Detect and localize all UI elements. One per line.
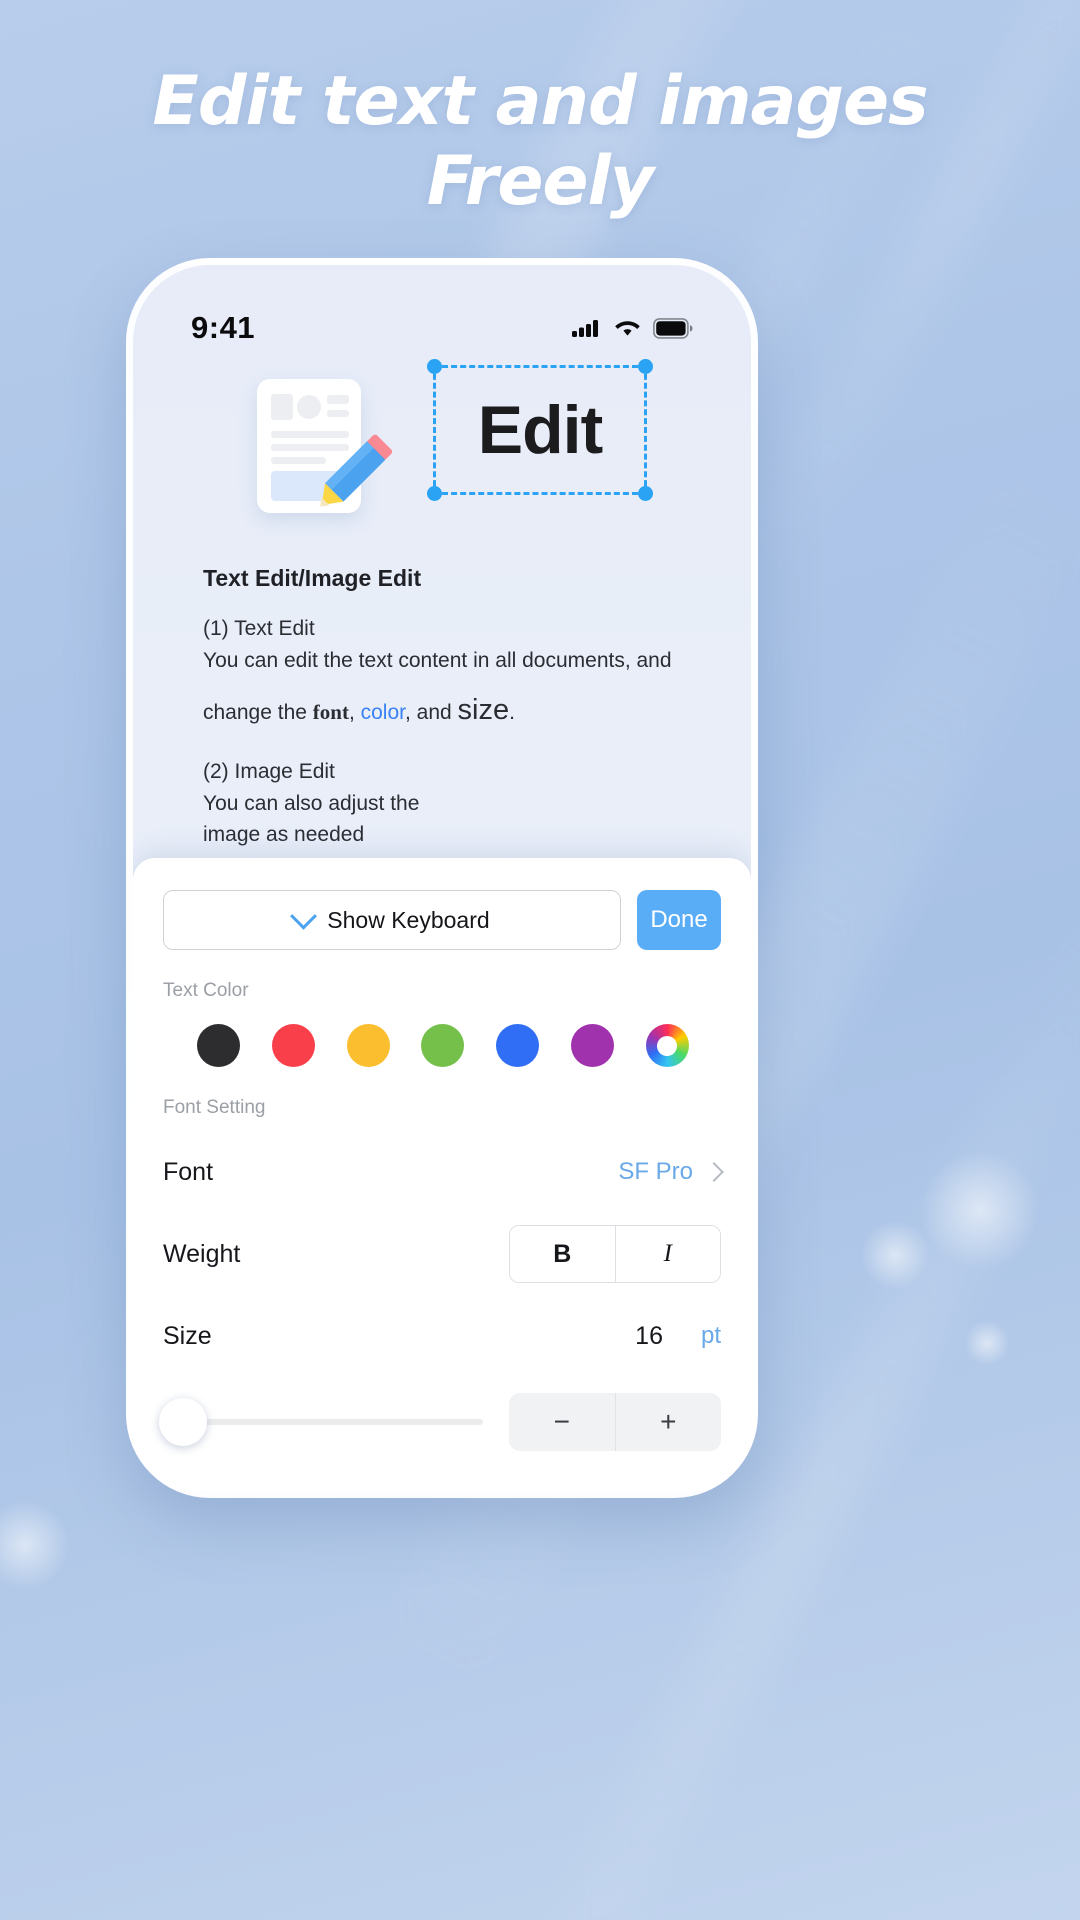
text-format-sheet: Show Keyboard Done Text Color Font Setti…	[133, 858, 751, 1491]
status-bar: 9:41	[133, 305, 751, 351]
slider-track	[163, 1419, 483, 1425]
wheel-center	[657, 1035, 678, 1056]
rainbow-wheel-icon[interactable]	[645, 1024, 689, 1067]
text-selection-box[interactable]: Edit	[427, 359, 653, 501]
size-sample-word: size	[457, 693, 510, 726]
color-swatch-purple[interactable]	[571, 1024, 615, 1067]
document-pencil-icon	[257, 379, 393, 521]
increase-size-button[interactable]: +	[614, 1393, 722, 1451]
sheet-top-row: Show Keyboard Done	[163, 890, 721, 950]
doc-placeholder-avatar	[297, 395, 321, 419]
text-color-label: Text Color	[163, 980, 249, 1001]
selection-handle-bottom-left[interactable]	[427, 486, 442, 501]
status-icons	[572, 317, 693, 339]
light-glow	[860, 1220, 930, 1290]
weight-row-label: Weight	[163, 1239, 241, 1268]
wifi-icon	[615, 321, 640, 336]
selected-text: Edit	[477, 392, 603, 468]
decrease-size-button[interactable]: −	[509, 1393, 615, 1451]
size-row: Size 16 pt	[163, 1313, 721, 1359]
section-2-label: (2) Image Edit	[203, 759, 335, 783]
selection-handle-bottom-right[interactable]	[638, 486, 653, 501]
color-swatch-black[interactable]	[197, 1024, 240, 1067]
font-value: SF Pro	[618, 1158, 693, 1185]
battery-full-icon	[653, 317, 693, 339]
color-sample-word: color	[360, 700, 405, 724]
comma-2: , and	[404, 700, 458, 724]
size-stepper: − +	[509, 1393, 721, 1451]
size-slider[interactable]	[159, 1398, 483, 1446]
signal-bars-icon	[572, 320, 598, 337]
doc-placeholder-block	[271, 394, 293, 420]
phone-screen: 9:41 Edit Text Edit/Image Edit (1) Text …	[133, 265, 751, 1491]
phone-mockup: 9:41 Edit Text Edit/Image Edit (1) Text …	[126, 258, 758, 1498]
document-body: Text Edit/Image Edit (1) Text Edit You c…	[203, 565, 703, 850]
text-prefix: change the	[203, 700, 313, 724]
size-value: 16	[635, 1321, 663, 1350]
document-title: Text Edit/Image Edit	[203, 565, 422, 591]
section-1: (1) Text Edit You can edit the text cont…	[203, 614, 703, 731]
size-row-label: Size	[163, 1321, 212, 1350]
font-sample-word: font	[312, 699, 349, 724]
section-2-line-1: You can also adjust the	[203, 791, 420, 815]
size-row-value: 16 pt	[635, 1322, 721, 1351]
light-glow	[920, 1150, 1040, 1270]
section-2-line-2: image as needed	[203, 823, 365, 847]
font-row-label: Font	[163, 1157, 214, 1186]
italic-button[interactable]: I	[614, 1226, 720, 1282]
chevron-right-icon	[704, 1162, 724, 1182]
weight-row: Weight B I	[163, 1225, 721, 1283]
status-time: 9:41	[191, 310, 256, 345]
section-1-line-2: change the font, color, and size.	[203, 690, 703, 731]
color-swatch-row	[163, 1024, 721, 1067]
color-swatch-red[interactable]	[271, 1024, 315, 1067]
slider-thumb[interactable]	[159, 1398, 207, 1446]
show-keyboard-button[interactable]: Show Keyboard	[163, 890, 621, 950]
light-glow	[964, 1320, 1010, 1366]
font-row[interactable]: Font SF Pro	[163, 1149, 724, 1195]
headline-line-1: Edit text and images	[152, 62, 928, 141]
weight-segmented-control: B I	[509, 1225, 721, 1283]
promo-headline: Edit text and images Freely	[0, 62, 1080, 222]
selection-handle-top-right[interactable]	[638, 359, 653, 374]
section-2: (2) Image Edit You can also adjust the i…	[203, 757, 703, 850]
font-setting-label: Font Setting	[163, 1097, 266, 1118]
doc-placeholder-line	[327, 410, 349, 417]
show-keyboard-label: Show Keyboard	[327, 906, 490, 933]
size-control-row: − +	[159, 1393, 721, 1491]
headline-line-2: Freely	[426, 142, 654, 222]
doc-placeholder-line	[327, 395, 349, 404]
bold-button[interactable]: B	[510, 1226, 615, 1282]
period: .	[509, 700, 515, 724]
comma-1: ,	[348, 700, 361, 724]
color-swatch-yellow[interactable]	[346, 1024, 390, 1067]
section-1-line-1: You can edit the text content in all doc…	[203, 648, 672, 672]
chevron-down-icon	[290, 902, 318, 930]
font-row-value[interactable]: SF Pro	[618, 1158, 724, 1186]
light-glow	[0, 1500, 70, 1590]
document-hero: Edit	[133, 359, 751, 550]
done-button[interactable]: Done	[637, 890, 721, 950]
size-unit[interactable]: pt	[701, 1322, 721, 1350]
color-swatch-blue[interactable]	[496, 1024, 540, 1067]
selection-handle-top-left[interactable]	[427, 359, 442, 374]
section-1-label: (1) Text Edit	[203, 617, 315, 640]
pencil-icon	[320, 434, 393, 507]
color-swatch-green[interactable]	[421, 1024, 465, 1067]
